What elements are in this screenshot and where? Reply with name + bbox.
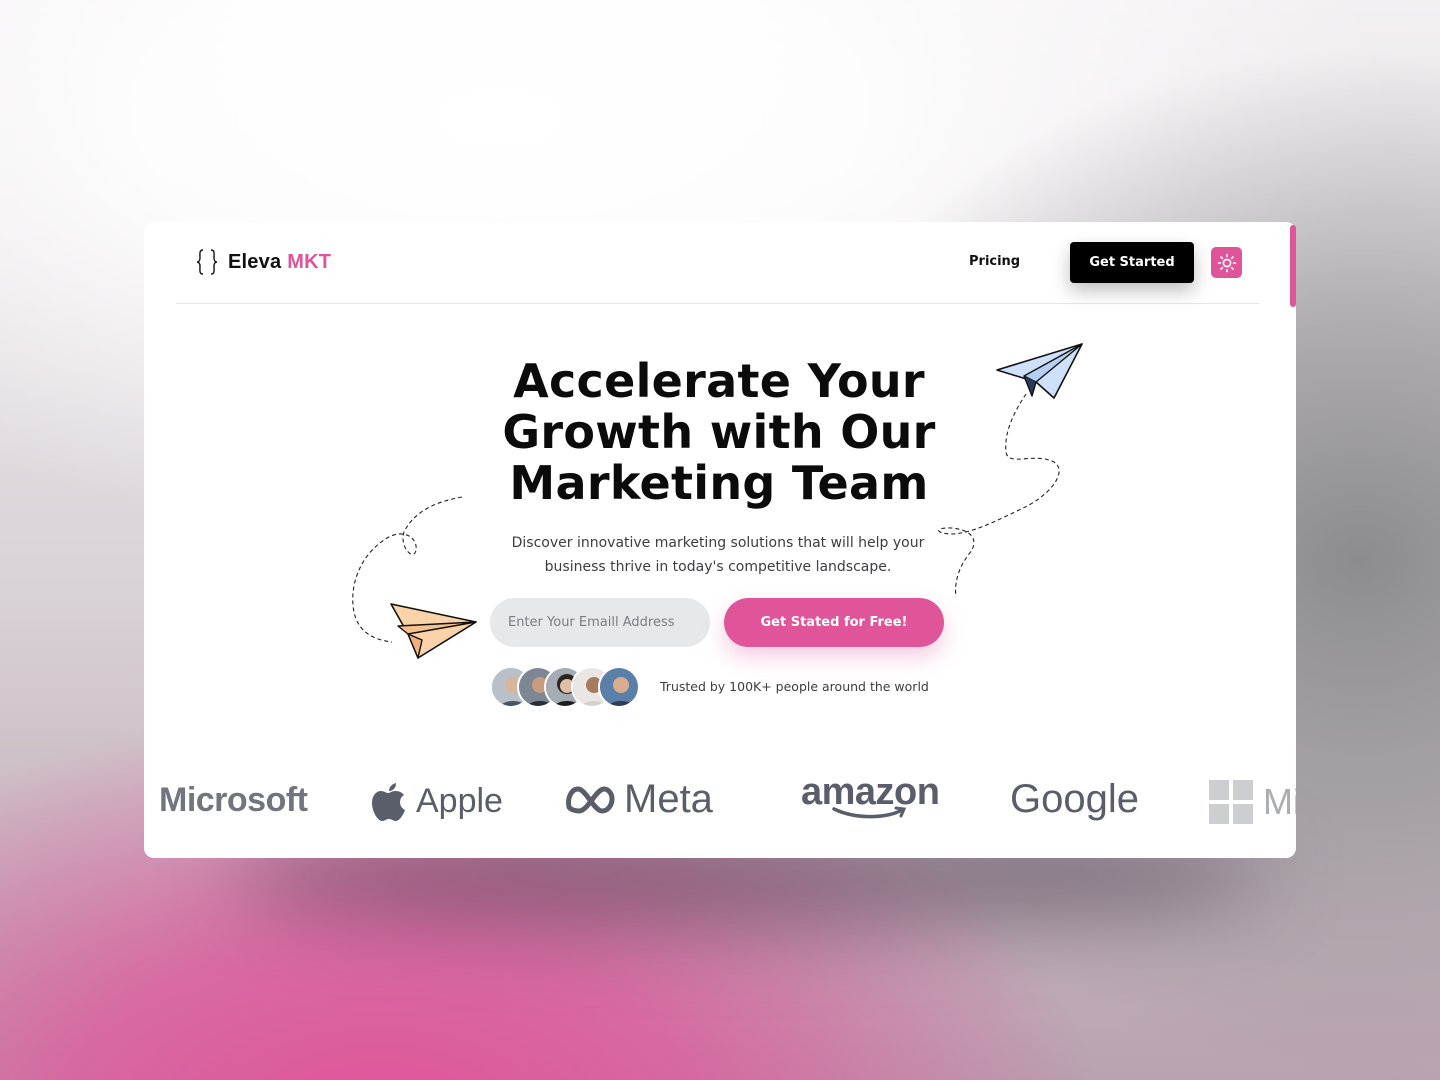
hero-subheading: Discover innovative marketing solutions … (511, 535, 925, 575)
brand-logo[interactable]: Eleva MKT (196, 248, 331, 276)
meta-infinity-icon (566, 786, 615, 813)
curly-braces-icon (196, 249, 218, 275)
hero-headline: Accelerate Your Growth with Our Marketin… (502, 354, 936, 510)
apple-icon (372, 783, 405, 821)
get-started-free-button[interactable]: Get Stated for Free! (724, 598, 944, 647)
theme-toggle-button[interactable] (1211, 247, 1242, 278)
logo-google: Google (1010, 777, 1139, 821)
logo-meta: Meta (564, 777, 713, 822)
get-started-button[interactable]: Get Started (1070, 242, 1194, 283)
scroll-indicator[interactable] (1290, 225, 1296, 307)
email-input[interactable] (490, 598, 710, 647)
trusted-text: Trusted by 100K+ people around the world (660, 679, 929, 694)
avatar-group (490, 666, 642, 708)
top-navigation: Eleva MKT Pricing Get Started (176, 222, 1259, 304)
nav-link-pricing[interactable]: Pricing (969, 254, 1020, 269)
logo-microsoft: Microsoft (159, 781, 308, 819)
brand-name: Eleva MKT (228, 250, 332, 273)
avatar (598, 666, 640, 708)
paper-plane-blue-icon (996, 343, 1083, 399)
brand-logo-strip: Microsoft Apple Meta amazon Google M (144, 767, 1296, 837)
amazon-smile-icon (832, 806, 907, 819)
logo-apple: Apple (370, 779, 503, 823)
sun-icon (1217, 253, 1236, 272)
logo-amazon: amazon (801, 771, 940, 820)
landing-page-card: Eleva MKT Pricing Get Started Accelerate… (144, 222, 1296, 858)
brand-accent: MKT (287, 250, 332, 273)
paper-plane-peach-icon (390, 603, 477, 659)
logo-microsoft-partial: Microsoft (1209, 780, 1296, 824)
windows-grid-icon (1209, 780, 1253, 824)
